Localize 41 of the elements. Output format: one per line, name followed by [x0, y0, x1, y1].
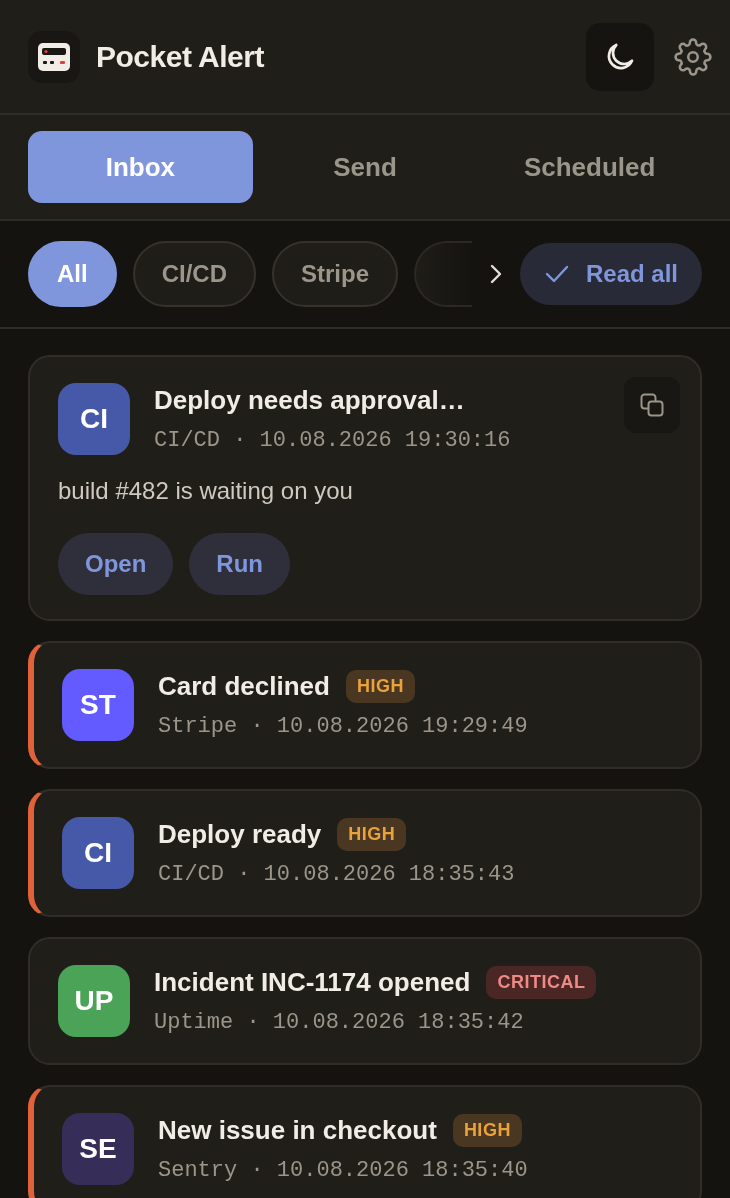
source-avatar: CI	[62, 817, 134, 889]
notification-meta: Uptime · 10.08.2026 18:35:42	[154, 1009, 525, 1037]
action-button[interactable]: Open	[58, 533, 174, 595]
source-avatar: CI	[58, 383, 130, 455]
notification-meta: Stripe · 10.08.2026 19:29:49	[158, 713, 528, 741]
source-avatar: ST	[62, 669, 134, 741]
source-avatar: SE	[62, 1113, 134, 1185]
priority-badge: HIGH	[452, 1114, 522, 1147]
tab[interactable]: Send	[252, 131, 478, 203]
source-avatar: UP	[58, 965, 130, 1037]
notification-card[interactable]: CI Deploy ready HIGH CI/CD · 10.08.2026 18:35:43	[28, 789, 702, 917]
tab[interactable]: Inbox	[28, 131, 253, 203]
notification-meta: Sentry · 10.08.2026 18:35:40	[158, 1157, 528, 1185]
filter-chip[interactable]: CI/CD	[132, 241, 256, 307]
filter-chip[interactable]: All	[28, 241, 117, 307]
notification-meta: CI/CD · 10.08.2026 19:30:16	[154, 427, 511, 455]
notification-title: Deploy needs approval…	[154, 384, 465, 417]
notification-title: Deploy ready	[158, 818, 322, 851]
tab[interactable]: Scheduled	[477, 131, 702, 203]
notification-title: Card declined	[158, 670, 330, 703]
app-logo-icon	[28, 30, 80, 83]
notification-card[interactable]: CI Deploy needs approval… CI/CD · 10.08.2026 19:30:16 build #482 is waiting on you Open Run	[28, 355, 702, 621]
app-title: Pocket Alert	[96, 39, 264, 75]
notification-card[interactable]: UP Incident INC-1174 opened CRITICAL Uptime · 10.08.2026 18:35:42	[28, 937, 702, 1065]
notification-title: New issue in checkout	[158, 1114, 437, 1147]
action-button[interactable]: Run	[189, 533, 290, 595]
copy-icon	[638, 391, 666, 419]
notification-body: build #482 is waiting on you	[58, 476, 354, 506]
filter-chip[interactable]: Stripe	[272, 241, 399, 307]
dark-mode-button[interactable]	[586, 22, 654, 91]
priority-badge: HIGH	[337, 818, 407, 851]
notification-meta: CI/CD · 10.08.2026 18:35:43	[158, 861, 515, 889]
check-icon	[543, 264, 570, 284]
copy-button[interactable]	[624, 377, 680, 433]
priority-badge: CRITICAL	[486, 966, 597, 999]
priority-badge: HIGH	[345, 670, 415, 703]
notification-card[interactable]: SE New issue in checkout HIGH Sentry · 10.08.2026 18:35:40	[28, 1085, 702, 1198]
read-all-button[interactable]: Read all	[519, 243, 702, 305]
notification-title: Incident INC-1174 opened	[154, 966, 471, 999]
settings-icon	[674, 37, 712, 76]
notification-card[interactable]: ST Card declined HIGH Stripe · 10.08.2026 19:29:49	[28, 641, 702, 769]
